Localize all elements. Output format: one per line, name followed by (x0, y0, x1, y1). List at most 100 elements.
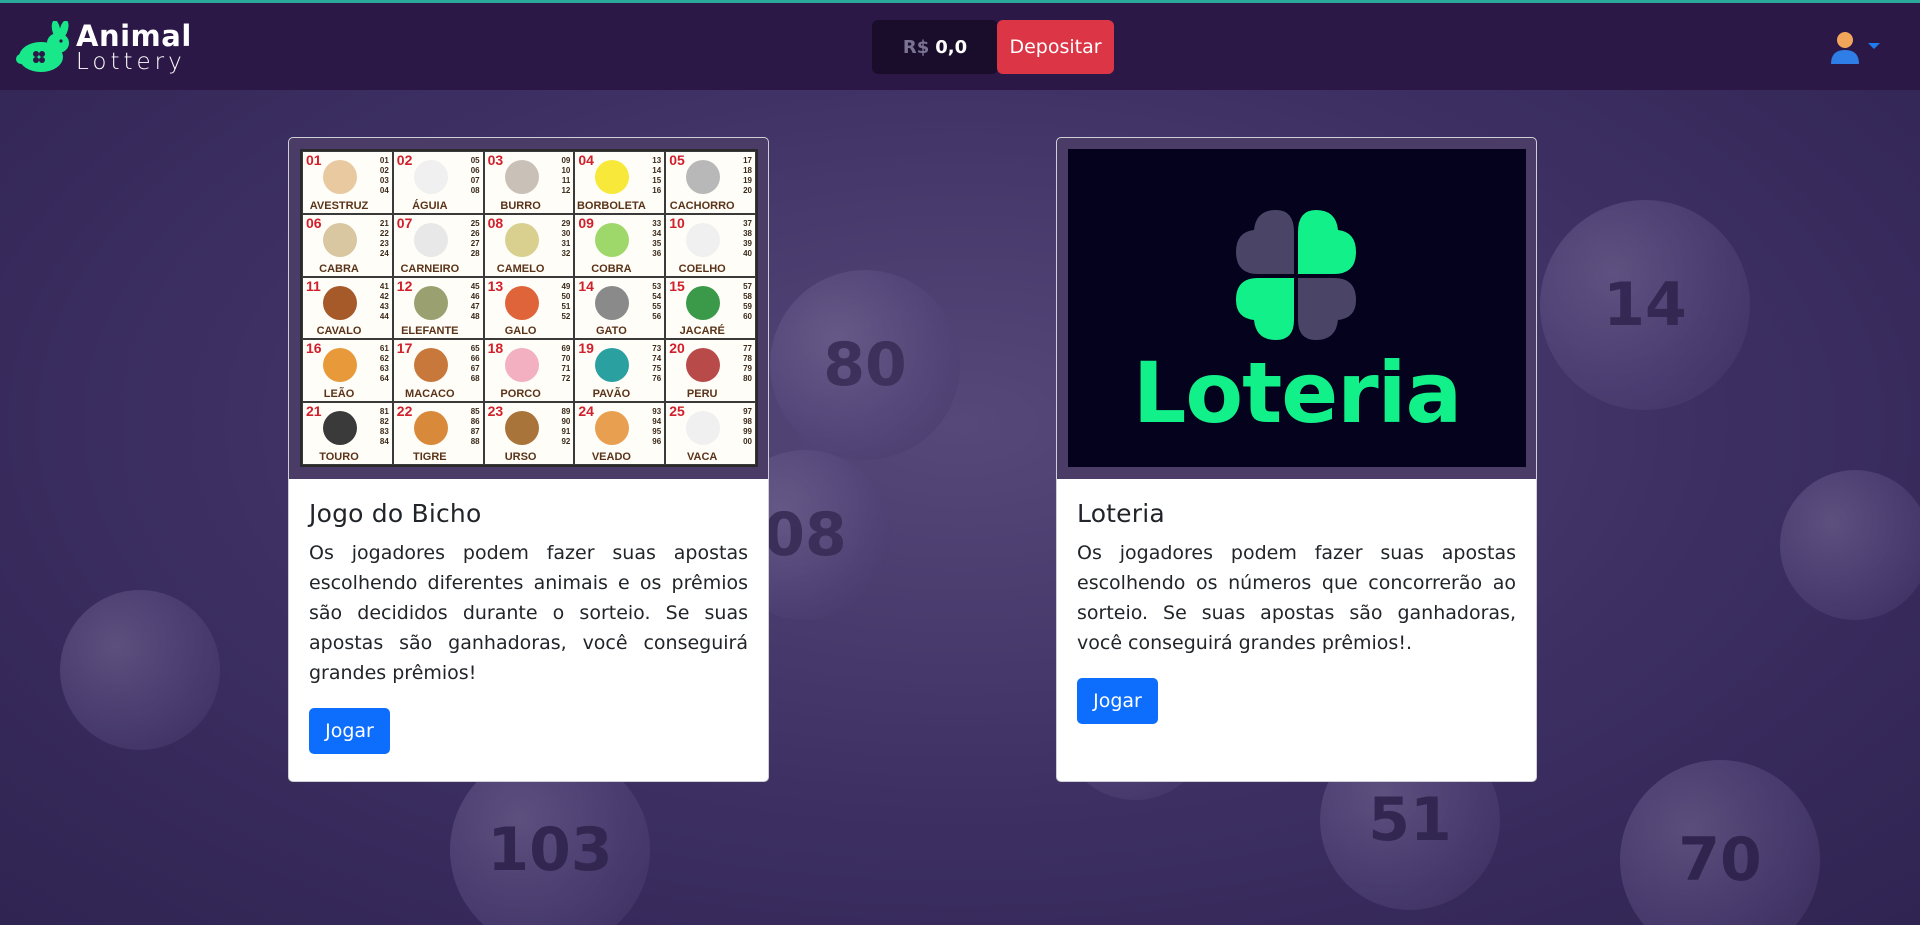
animal-dozen: 39 (743, 238, 752, 248)
animal-name: VEADO (591, 450, 631, 463)
animal-illustration-icon (413, 411, 448, 446)
animal-dozen: 83 (379, 427, 389, 437)
animal-dozen: 20 (743, 186, 752, 195)
animal-cell: 14 53 54 55 56 GATO (574, 276, 666, 340)
animal-dozens: 69 70 71 72 (561, 344, 570, 384)
animal-cell: 04 13 14 15 16 BORBOLETA (574, 151, 666, 214)
animal-dozens: 57 58 59 60 (743, 282, 752, 322)
animal-dozen: 38 (743, 228, 752, 238)
animal-dozen: 00 (743, 437, 752, 447)
animal-number: 23 (487, 403, 504, 420)
animal-illustration-icon (504, 285, 539, 320)
animal-number: 25 (669, 403, 685, 420)
animal-dozens: 89 90 91 92 (561, 407, 570, 447)
animal-number: 01 (306, 152, 322, 168)
play-loteria-button[interactable]: Jogar (1077, 678, 1158, 724)
animal-illustration-icon (686, 160, 721, 194)
animal-dozen: 77 (743, 344, 752, 354)
user-menu-toggle[interactable] (1828, 30, 1880, 66)
animal-dozen: 45 (470, 281, 480, 291)
animal-dozen: 63 (379, 364, 389, 374)
animal-dozen: 99 (743, 427, 752, 437)
animal-dozen: 80 (743, 374, 752, 384)
animal-dozen: 17 (743, 156, 752, 165)
animal-dozen: 23 (379, 238, 389, 248)
animal-name: AVESTRUZ (309, 199, 369, 212)
animal-dozens: 65 66 67 68 (471, 344, 480, 384)
animal-dozen: 34 (652, 228, 662, 238)
animal-dozen: 67 (470, 364, 480, 374)
user-avatar-icon (1831, 32, 1859, 64)
animal-dozen: 26 (470, 228, 480, 238)
wallet-balance: R$ 0,0 (872, 20, 998, 74)
animal-name: TIGRE (412, 450, 447, 463)
animal-dozens: 01 02 03 04 (380, 156, 389, 196)
animal-dozen: 69 (561, 344, 571, 354)
animal-cell: 15 57 58 59 60 JACARÉ (665, 276, 756, 340)
play-jogo-do-bicho-button[interactable]: Jogar (309, 708, 390, 754)
animal-dozens: 85 86 87 88 (471, 407, 480, 447)
animal-dozen: 40 (743, 248, 752, 258)
animal-name: PAVÃO (592, 388, 631, 401)
animal-illustration-icon (686, 348, 721, 383)
animal-dozen: 09 (561, 156, 571, 165)
animal-name: GALO (504, 325, 537, 338)
animal-number: 06 (306, 214, 322, 231)
animal-dozen: 88 (470, 437, 480, 447)
animal-cell: 10 37 38 39 40 COELHO (665, 213, 756, 277)
animal-number: 15 (669, 277, 685, 294)
animal-dozen: 13 (652, 156, 662, 165)
rabbit-logo-icon (16, 21, 69, 72)
animal-dozen: 12 (561, 186, 571, 195)
card-image-frame: Loteria (1057, 138, 1536, 479)
animal-dozen: 36 (652, 248, 662, 258)
animal-name: TOURO (319, 450, 359, 463)
animal-dozen: 54 (652, 291, 662, 301)
game-card-loteria: Loteria Loteria Os jogadores podem fazer… (1056, 137, 1537, 782)
animal-dozen: 07 (470, 176, 480, 185)
animal-cell: 09 33 34 35 36 COBRA (574, 213, 666, 277)
animal-dozens: 61 62 63 64 (380, 344, 389, 384)
animal-illustration-icon (323, 285, 357, 320)
animal-dozen: 21 (379, 218, 389, 228)
animal-number: 03 (487, 152, 504, 168)
animal-dozen: 62 (379, 354, 389, 364)
balance-currency: R$ (902, 36, 930, 58)
animal-dozen: 19 (743, 176, 752, 185)
animal-name: COBRA (591, 262, 632, 275)
animal-illustration-icon (504, 411, 539, 446)
animal-dozen: 95 (652, 427, 662, 437)
animal-dozen: 61 (379, 344, 389, 354)
animal-dozens: 73 74 75 76 (652, 344, 661, 384)
loteria-logo-image: Loteria (1068, 149, 1526, 467)
top-navbar: Animal Lottery R$ 0,0 Depositar (0, 3, 1920, 90)
animal-name: VACA (687, 450, 718, 463)
animal-dozen: 05 (470, 156, 480, 165)
animal-dozen: 57 (743, 281, 752, 291)
animal-dozen: 72 (561, 374, 571, 384)
animal-illustration-icon (595, 411, 630, 446)
animal-dozen: 41 (379, 281, 389, 291)
animal-dozen: 22 (379, 228, 389, 238)
animal-number: 19 (578, 340, 594, 357)
animal-cell: 25 97 98 99 00 VACA (665, 402, 756, 465)
animal-dozen: 24 (379, 248, 389, 258)
animal-name: JACARÉ (679, 325, 725, 338)
animal-dozen: 71 (561, 364, 571, 374)
animal-number: 12 (396, 277, 413, 294)
animal-dozen: 98 (743, 417, 752, 427)
animal-illustration-icon (413, 222, 448, 257)
animal-illustration-icon (504, 348, 539, 383)
animal-dozen: 86 (470, 417, 480, 427)
card-description: Os jogadores podem fazer suas apostas es… (1077, 542, 1516, 654)
app-logo[interactable]: Animal Lottery (14, 21, 192, 74)
animal-illustration-icon (504, 160, 539, 194)
animal-illustration-icon (595, 348, 630, 383)
animal-dozen: 97 (743, 407, 752, 417)
animal-dozen: 93 (652, 407, 662, 417)
deposit-button[interactable]: Depositar (997, 20, 1114, 74)
animal-dozen: 48 (470, 311, 480, 321)
animal-dozens: 37 38 39 40 (743, 219, 752, 259)
animal-dozen: 66 (470, 354, 480, 364)
animal-dozen: 28 (470, 248, 480, 258)
